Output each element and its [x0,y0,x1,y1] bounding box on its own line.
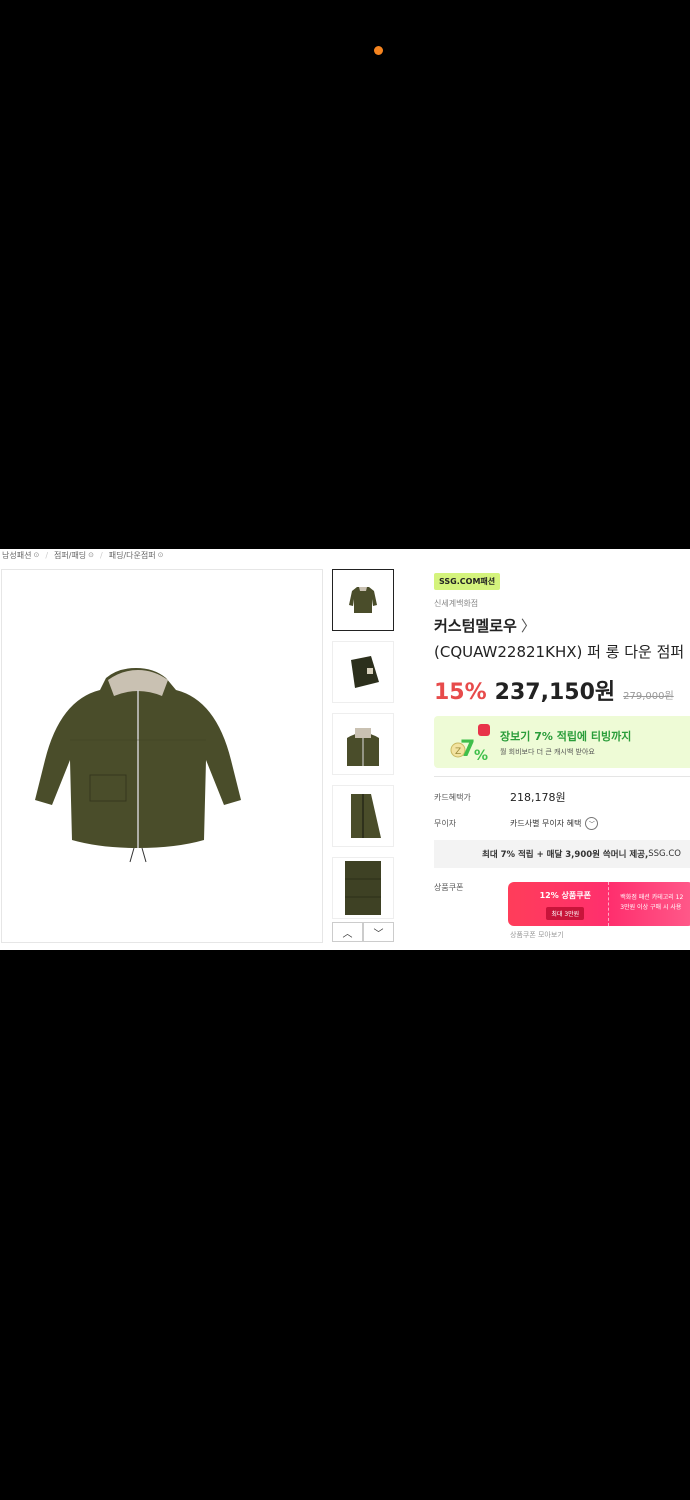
promo-banner[interactable]: Z 7 % 장보기 7% 적립에 티빙까지 월 회비보다 더 큰 캐시백 받아요 [434,716,690,768]
breadcrumb-label: 패딩/다운점퍼 [108,550,156,560]
discount-rate: 15% [434,680,487,705]
chevron-right-icon: 〉 [520,617,536,635]
installment-link[interactable]: 카드사별 무이자 혜택 ﹀ [510,817,599,830]
promo-title: 장보기 7% 적립에 티빙까지 [500,729,632,743]
notice-bold-text: 최대 7% 적립 + 매달 3,900원 쓱머니 제공, [482,850,649,860]
notice-rest-text: SSG.CO [648,849,681,859]
price-row: 15% 237,150원 279,000원 [434,674,690,706]
thumbnail[interactable] [332,713,394,775]
svg-text:%: % [474,748,488,764]
brand-link[interactable]: 커스텀멜로우 〉 [434,615,690,636]
jacket-image [35,668,241,863]
promo-7-percent-icon: Z 7 % [434,716,494,768]
chevron-down-circle-icon: ⊙ [157,551,164,559]
thumbnail-nav: ︿ ﹀ [332,922,394,942]
breadcrumb-item[interactable]: 점퍼/패딩 ⊙ [54,550,94,561]
coupon-label: 상품쿠폰 [434,883,464,892]
coupon-desc-line2: 3만원 이상 구매 시 사용 [620,904,682,911]
thumbnail[interactable] [332,785,394,847]
breadcrumb: 남성패션 ⊙ / 점퍼/패딩 ⊙ / 패딩/다운점퍼 ⊙ [2,549,163,561]
chevron-down-circle-icon: ⊙ [33,551,40,559]
breadcrumb-item[interactable]: 남성패션 ⊙ [2,550,39,561]
brand-name: 커스텀멜로우 [434,617,517,635]
breadcrumb-label: 점퍼/패딩 [54,550,87,560]
breadcrumb-item[interactable]: 패딩/다운점퍼 ⊙ [109,550,164,561]
thumbnail[interactable] [332,641,394,703]
sale-price: 237,150원 [494,680,616,705]
card-benefit-row: 카드혜택가 218,178원 [434,789,690,805]
promo-subtitle: 월 회비보다 더 큰 캐시백 받아요 [500,747,595,756]
coupon-divider [608,882,610,926]
coupon-row: 상품쿠폰 12% 상품쿠폰 최대 3만원 백화점 패션 카테고리 12 3만원 … [434,882,690,926]
arrow-down-icon[interactable]: ﹀ [363,922,394,942]
product-page: 남성패션 ⊙ / 점퍼/패딩 ⊙ / 패딩/다운점퍼 ⊙ ︿ ﹀ SSG.COM… [0,549,690,950]
thumbnail-list [332,569,396,929]
status-dot-icon [374,46,383,55]
installment-label: 무이자 [434,819,457,828]
product-info: SSG.COM패션 신세계백화점 커스텀멜로우 〉 (CQUAW22821KHX… [434,569,690,940]
thumbnail[interactable] [332,569,394,631]
installment-value: 카드사별 무이자 혜택 [510,819,582,828]
chevron-down-circle-icon: ﹀ [585,817,599,830]
breadcrumb-separator: / [100,550,103,560]
breadcrumb-separator: / [45,550,49,560]
store-name: 신세계백화점 [434,599,479,608]
product-main-image[interactable] [1,569,323,943]
product-title: (CQUAW22821KHX) 퍼 롱 다운 점퍼 [434,643,685,661]
original-price: 279,000원 [623,691,674,702]
coupon-max: 최대 3만원 [546,907,585,920]
installment-row: 무이자 카드사별 무이자 혜택 ﹀ [434,817,690,830]
breadcrumb-label: 남성패션 [2,550,32,560]
thumbnail[interactable] [332,857,394,919]
divider [434,776,690,777]
card-benefit-label: 카드혜택가 [434,792,471,802]
coupon-card[interactable]: 12% 상품쿠폰 최대 3만원 백화점 패션 카테고리 12 3만원 이상 구매… [508,882,690,926]
coupon-title: 12% 상품쿠폰 [539,891,591,900]
chevron-down-circle-icon: ⊙ [88,551,95,559]
arrow-up-icon[interactable]: ︿ [332,922,363,942]
ssg-badge[interactable]: SSG.COM패션 [434,573,501,590]
membership-notice[interactable]: 최대 7% 적립 + 매달 3,900원 쓱머니 제공, SSG.CO [434,840,690,868]
coupon-more-link[interactable]: 상품쿠폰 모아보기 [510,930,690,940]
card-benefit-value: 218,178원 [510,791,566,804]
coupon-desc-line1: 백화점 패션 카테고리 12 [620,894,684,901]
